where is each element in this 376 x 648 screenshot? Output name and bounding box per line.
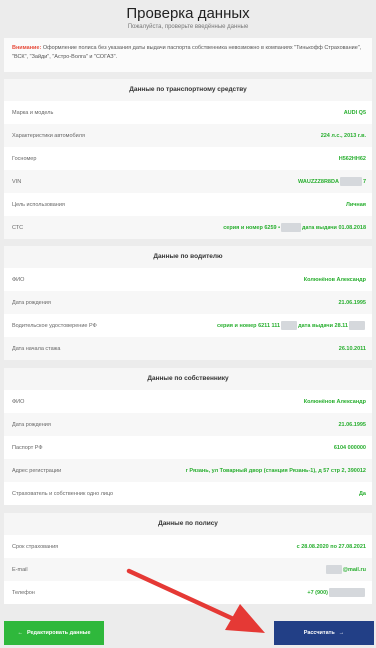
driver-birth-value: 21.06.1995 (338, 299, 366, 306)
license-number: серия и номер 6211 111 (216, 322, 281, 329)
vin-prefix: WAUZZZ8R8DA (297, 178, 339, 185)
page-subtitle: Пожалуйста, проверьте введённые данные (127, 24, 249, 30)
driver-license-value: серия и номер 6211 111 дата выдачи 28.11 (217, 321, 366, 330)
owner-same-person-label: Страхователь и собственник одно лицо (12, 490, 114, 497)
driver-section-title: Данные по водителю (4, 246, 372, 268)
email-suffix: @mail.ru (342, 566, 366, 573)
owner-birth-label: Дата рождения (12, 421, 51, 428)
owner-name-value: Колюнёнов Александр (303, 398, 366, 405)
owner-name-label: ФИО (12, 398, 25, 405)
owner-name-row: ФИО Колюнёнов Александр (4, 390, 372, 413)
owner-passport-label: Паспорт РФ (12, 444, 43, 451)
driver-experience-row: Дата начала стажа 26.10.2011 (4, 337, 372, 360)
policy-phone-value: +7 (900) (307, 588, 366, 597)
vehicle-specs-row: Характеристики автомобиля 224 л.с., 2013… (4, 124, 372, 147)
policy-period-row: Срок страхования с 28.08.2020 по 27.08.2… (4, 535, 372, 558)
vehicle-specs-value: 224 л.с., 2013 г.в. (320, 132, 366, 139)
phone-prefix: +7 (900) (307, 589, 328, 596)
owner-section-title: Данные по собственнику (4, 368, 372, 390)
vehicle-section: Данные по транспортному средству Марка и… (4, 79, 372, 239)
policy-email-label: E-mail (12, 566, 28, 573)
edit-data-button[interactable]: ← Редактировать данные (4, 621, 104, 645)
driver-experience-value: 26.10.2011 (338, 345, 366, 352)
owner-address-row: Адрес регистрации г Рязань, ул Товарный … (4, 459, 372, 482)
vehicle-make-row: Марка и модель AUDI Q5 (4, 101, 372, 124)
policy-email-value: @mail.ru (325, 565, 366, 574)
vehicle-make-value: AUDI Q5 (343, 109, 366, 116)
calculate-label: Рассчитать (303, 630, 335, 636)
redacted-block (281, 321, 298, 330)
vehicle-sts-row: СТС серия и номер 6259 • дата выдачи 01.0… (4, 216, 372, 239)
driver-name-row: ФИО Колюнёнов Александр (4, 268, 372, 291)
forward-arrow-icon: → (338, 630, 345, 636)
policy-email-row: E-mail @mail.ru (4, 558, 372, 581)
sts-number: серия и номер 6259 • (223, 224, 281, 231)
redacted-block (349, 321, 365, 330)
redacted-block (329, 588, 365, 597)
policy-section: Данные по полису Срок страхования с 28.0… (4, 513, 372, 604)
owner-same-person-value: Да (359, 490, 366, 497)
owner-same-person-row: Страхователь и собственник одно лицо Да (4, 482, 372, 505)
vehicle-make-label: Марка и модель (12, 109, 54, 116)
owner-birth-value: 21.06.1995 (338, 421, 366, 428)
vehicle-plate-row: Госномер Н562НН62 (4, 147, 372, 170)
redacted-block (281, 223, 302, 232)
sts-date: дата выдачи 01.08.2018 (302, 224, 366, 231)
back-arrow-icon: ← (17, 630, 23, 636)
policy-period-value: с 28.08.2020 по 27.08.2021 (296, 543, 366, 550)
policy-period-label: Срок страхования (12, 543, 59, 550)
vehicle-specs-label: Характеристики автомобиля (12, 132, 85, 139)
owner-passport-row: Паспорт РФ 6104 000000 (4, 436, 372, 459)
owner-birth-row: Дата рождения 21.06.1995 (4, 413, 372, 436)
calculate-button[interactable]: Рассчитать → (274, 621, 374, 645)
vehicle-vin-label: VIN (12, 178, 22, 185)
driver-license-row: Водительское удостоверение РФ серия и но… (4, 314, 372, 337)
edit-data-label: Редактировать данные (26, 630, 91, 636)
owner-section: Данные по собственнику ФИО Колюнёнов Але… (4, 368, 372, 505)
driver-section: Данные по водителю ФИО Колюнёнов Алексан… (4, 246, 372, 360)
driver-name-value: Колюнёнов Александр (303, 276, 366, 283)
owner-address-label: Адрес регистрации (12, 467, 62, 474)
driver-experience-label: Дата начала стажа (12, 345, 61, 352)
driver-birth-label: Дата рождения (12, 299, 51, 306)
vehicle-vin-row: VIN WAUZZZ8R8DA 7 (4, 170, 372, 193)
warning-label: Внимание: (12, 45, 42, 51)
vehicle-sts-label: СТС (12, 224, 24, 231)
policy-phone-label: Телефон (12, 589, 35, 596)
vin-suffix: 7 (362, 178, 366, 185)
owner-address-value: г Рязань, ул Товарный двор (станция Ряза… (185, 467, 366, 474)
license-date: дата выдачи 28.11 (298, 322, 348, 329)
page-title: Проверка данных (126, 5, 250, 22)
vehicle-purpose-value: Личная (345, 201, 366, 208)
warning-text: Оформление полиса без указания даты выда… (12, 45, 362, 60)
driver-name-label: ФИО (12, 276, 25, 283)
driver-license-label: Водительское удостоверение РФ (12, 322, 97, 329)
vehicle-plate-value: Н562НН62 (338, 155, 366, 162)
vehicle-section-title: Данные по транспортному средству (4, 79, 372, 101)
redacted-block (339, 177, 362, 186)
vehicle-purpose-row: Цель использования Личная (4, 193, 372, 216)
warning-notice: Внимание: Оформление полиса без указания… (4, 38, 372, 72)
redacted-block (325, 565, 342, 574)
vehicle-vin-value: WAUZZZ8R8DA 7 (298, 177, 366, 186)
driver-birth-row: Дата рождения 21.06.1995 (4, 291, 372, 314)
owner-passport-value: 6104 000000 (333, 444, 366, 451)
vehicle-sts-value: серия и номер 6259 • дата выдачи 01.08.20… (223, 223, 366, 232)
policy-phone-row: Телефон +7 (900) (4, 581, 372, 604)
vehicle-plate-label: Госномер (12, 155, 37, 162)
policy-section-title: Данные по полису (4, 513, 372, 535)
vehicle-purpose-label: Цель использования (12, 201, 65, 208)
